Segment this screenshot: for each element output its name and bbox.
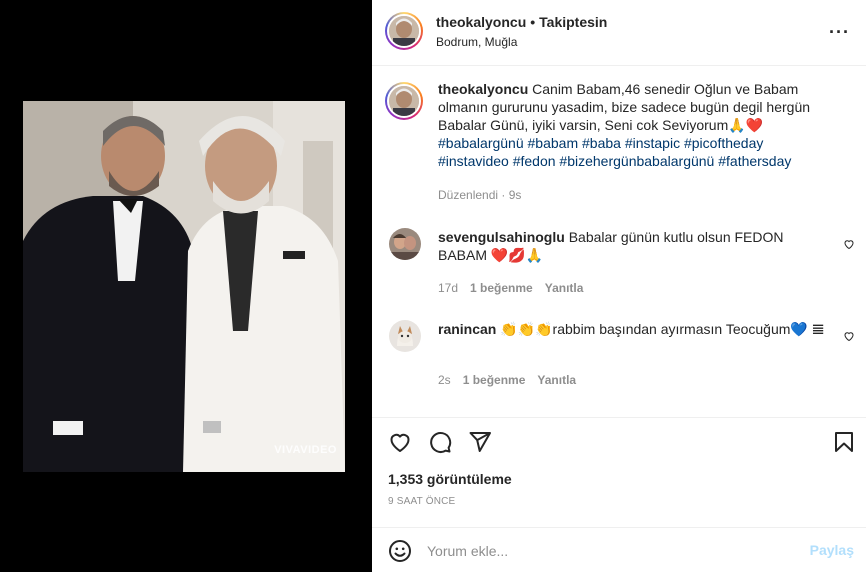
post-media[interactable]: VIVAVIDEO [0, 0, 372, 572]
comment-like-heart-icon[interactable] [843, 330, 855, 342]
author-username[interactable]: theokalyoncu [436, 14, 526, 30]
separator-dot: • [530, 14, 536, 30]
post-location[interactable]: Bodrum, Muğla [436, 35, 517, 49]
photo-illustration [23, 101, 345, 472]
comment-like-heart-icon[interactable] [843, 238, 855, 250]
commenter-avatar[interactable] [389, 320, 421, 352]
reply-button[interactable]: Yanıtla [537, 373, 576, 387]
reply-button[interactable]: Yanıtla [545, 281, 584, 295]
comment-username[interactable]: ranincan [438, 321, 496, 337]
author-avatar[interactable] [385, 12, 423, 50]
comment-username[interactable]: sevengulsahinoglu [438, 229, 565, 245]
view-count[interactable]: 1,353 görüntüleme [388, 471, 512, 487]
author-info: theokalyoncu • Takiptesin [436, 14, 607, 30]
action-bar [372, 417, 866, 465]
more-horizontal-icon[interactable]: ··· [829, 22, 850, 43]
comment-meta: 2s 1 beğenme Yanıtla [438, 373, 588, 387]
caption-meta: Düzenlendi · 9s [438, 188, 522, 202]
comment-meta: 17d 1 beğenme Yanıtla [438, 281, 595, 295]
post-details-panel: theokalyoncu • Takiptesin Bodrum, Muğla ··… [372, 0, 866, 572]
add-comment-bar: Paylaş [372, 527, 866, 572]
video-watermark: VIVAVIDEO [274, 444, 337, 456]
follow-status[interactable]: Takiptesin [539, 14, 607, 30]
comment-body: sevengulsahinoglu Babalar günün kutlu ol… [438, 228, 833, 264]
comment-age[interactable]: 17d [438, 281, 458, 295]
comment-body: ranincan 👏👏👏rabbim başından ayırmasın Te… [438, 320, 833, 338]
post-photo[interactable]: VIVAVIDEO [23, 101, 345, 472]
heart-icon[interactable] [388, 430, 412, 454]
caption-age[interactable]: 9s [509, 188, 522, 202]
emoji-icon[interactable] [388, 539, 412, 563]
post-header: theokalyoncu • Takiptesin Bodrum, Muğla ··… [372, 0, 866, 66]
comment-age[interactable]: 2s [438, 373, 451, 387]
comment-input[interactable] [427, 540, 787, 562]
post-time[interactable]: 9 saat önce [388, 496, 455, 507]
author-avatar-image [387, 14, 421, 48]
caption-username[interactable]: theokalyoncu [438, 81, 528, 97]
share-comment-button[interactable]: Paylaş [810, 542, 854, 558]
comment-likes[interactable]: 1 beğenme [470, 281, 533, 295]
caption-body: theokalyoncu Canim Babam,46 senedir Oğlu… [438, 80, 838, 170]
caption-hashtags[interactable]: #babalargünü #babam #baba #instapic #pic… [438, 135, 791, 169]
comment-icon[interactable] [428, 430, 452, 454]
bookmark-icon[interactable] [832, 430, 856, 454]
comment-text: 👏👏👏rabbim başından ayırmasın Teocuğum💙 𝌆 [500, 321, 825, 337]
commenter-avatar[interactable] [389, 228, 421, 260]
send-icon[interactable] [468, 430, 492, 454]
caption-author-avatar[interactable] [385, 82, 423, 120]
comment-likes[interactable]: 1 beğenme [463, 373, 526, 387]
caption-avatar-image [387, 84, 421, 118]
edited-label: Düzenlendi [438, 188, 499, 202]
